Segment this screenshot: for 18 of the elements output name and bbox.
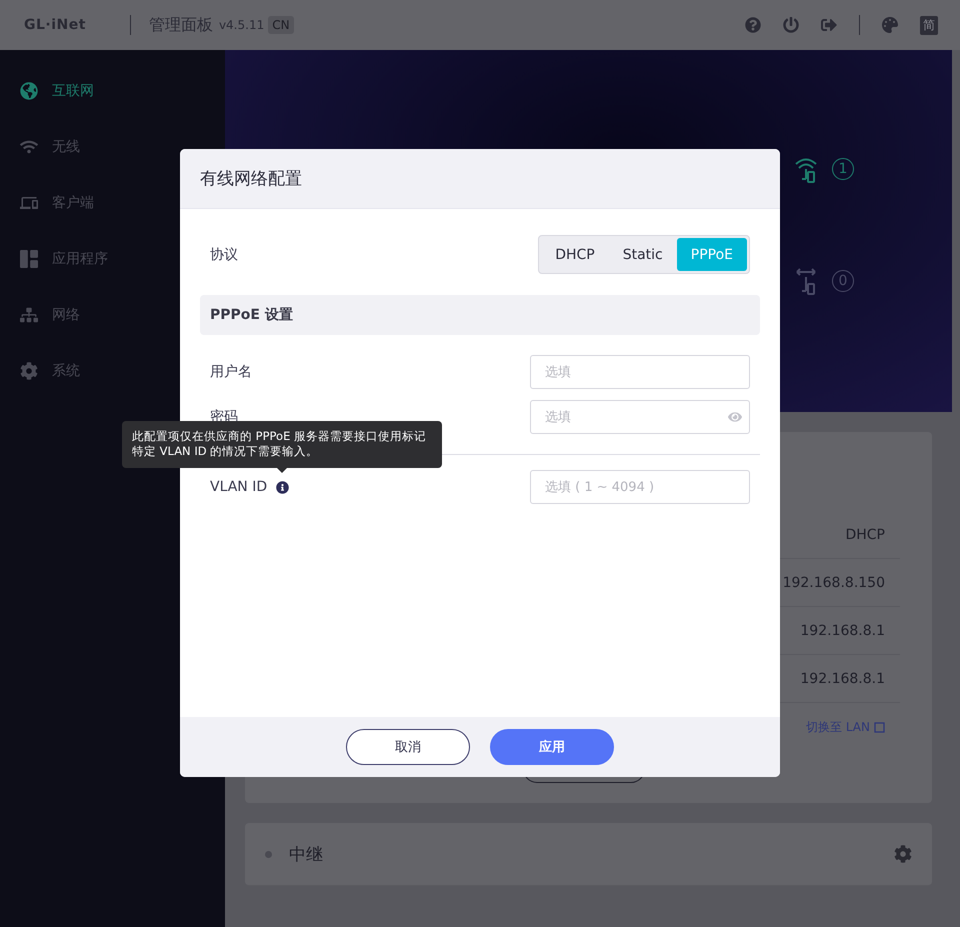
sidebar-label: 客户端 <box>52 194 94 212</box>
count-badge: 0 <box>832 270 854 292</box>
field-label: VLAN ID <box>210 479 268 495</box>
section-title: PPPoE 设置 <box>200 295 760 335</box>
count-badge: 1 <box>832 158 854 180</box>
sidebar-label: 应用程序 <box>52 250 108 268</box>
version-label: v4.5.11 <box>218 18 264 32</box>
sidebar-label: 系统 <box>52 362 80 380</box>
field-label: 用户名 <box>210 363 252 381</box>
dialog-title: 有线网络配置 <box>200 168 302 190</box>
app-title: 管理面板 <box>148 14 213 36</box>
field-label: 协议 <box>210 246 238 264</box>
tooltip-text: 此配置项仅在供应商的 PPPoE 服务器需要接口使用标记特定 VLAN ID 的情况下需要输入。 <box>132 429 428 459</box>
sidebar-label: 互联网 <box>52 82 94 100</box>
card-title: 中继 <box>289 844 323 866</box>
logo: GL·iNet <box>24 17 86 33</box>
sidebar-label: 无线 <box>52 138 80 156</box>
sidebar-label: 网络 <box>52 306 80 324</box>
